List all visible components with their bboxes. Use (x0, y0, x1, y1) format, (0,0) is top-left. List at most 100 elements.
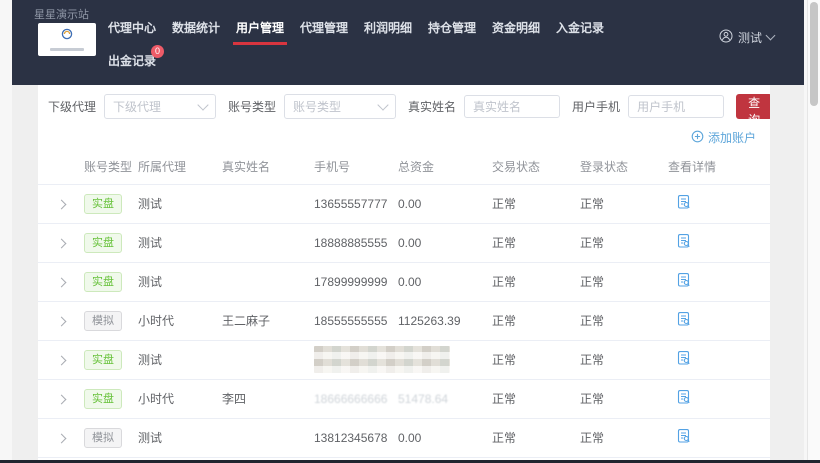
expand-cell (54, 197, 84, 211)
total-funds-value: 0.00 (398, 430, 422, 445)
nav-item-label: 入金记录 (556, 21, 605, 35)
filter-select-0[interactable]: 下级代理 (104, 94, 217, 119)
user-management-panel: 下级代理下级代理账号类型账号类型真实姓名用户手机查询 添加账户 账号类型所属代理… (38, 85, 770, 463)
user-menu[interactable]: 测试 (719, 29, 776, 46)
column-header: 手机号 (314, 159, 351, 174)
expand-cell (54, 392, 84, 406)
nav-item-label: 用户管理 (236, 21, 285, 35)
column-header: 所属代理 (138, 159, 187, 174)
expand-row-icon[interactable] (56, 433, 67, 443)
nav-item-8[interactable]: 出金记录 0 (108, 45, 164, 78)
nav-item-1[interactable]: 数据统计 (172, 19, 220, 45)
cell-agent: 测试 (138, 236, 163, 250)
cell-view-details (668, 272, 738, 291)
add-account-button[interactable]: 添加账户 (691, 129, 756, 146)
cell-view-details (668, 311, 738, 330)
scrollbar-thumb[interactable] (810, 2, 818, 106)
view-details-icon[interactable] (676, 233, 692, 249)
chevron-down-icon (377, 98, 389, 111)
nav-item-7[interactable]: 入金记录 (556, 19, 604, 45)
view-details-icon[interactable] (676, 311, 692, 327)
brand-logo[interactable] (38, 23, 96, 56)
filter-label: 下级代理 (48, 100, 97, 114)
cell-login-status: 正常 (580, 275, 605, 289)
cell-real-name: 王二麻子 (222, 314, 271, 328)
expand-row-icon[interactable] (56, 394, 67, 404)
view-details-icon[interactable] (676, 350, 692, 366)
column-header: 交易状态 (492, 159, 541, 174)
vertical-scrollbar[interactable] (807, 0, 820, 463)
column-header: 查看详情 (668, 159, 717, 174)
expand-row-icon[interactable] (56, 277, 67, 287)
cell-agent: 测试 (138, 353, 163, 367)
expand-cell (54, 353, 84, 367)
filter-input-2[interactable] (464, 95, 561, 118)
app-window: 星星演示站 代理中心 数据统计 用户管理 代理管理 利润明细 持仓管理 资金明细 入金记录 出金… (12, 0, 804, 463)
cell-total-funds: 0.00 (398, 236, 492, 250)
cell-account-type: 实盘 (84, 349, 138, 370)
table-row: 模拟 测试 13812345678 0.00 正常 正常 (38, 419, 770, 458)
notification-badge: 0 (151, 45, 164, 58)
cell-agent: 测试 (138, 431, 163, 445)
account-type-tag: 实盘 (84, 271, 122, 292)
cell-account-type: 实盘 (84, 232, 138, 253)
cell-view-details (668, 389, 738, 408)
brand-logo-icon (59, 28, 75, 46)
column-header: 真实姓名 (222, 159, 271, 174)
filter-bar: 下级代理 下级代理 账号类型 账号类型 真实姓名 用户手机 查询 (38, 85, 770, 127)
filter-group-2: 真实姓名 (408, 95, 561, 118)
cell-login-status: 正常 (580, 353, 605, 367)
cell-account-type: 模拟 (84, 310, 138, 331)
cell-view-details (668, 428, 738, 447)
nav-item-0[interactable]: 代理中心 (108, 19, 156, 45)
account-type-tag: 实盘 (84, 193, 122, 214)
expand-row-icon[interactable] (56, 238, 67, 248)
cell-real-name: 李四 (222, 392, 247, 406)
total-funds-value: 0.00 (398, 274, 422, 289)
view-details-icon[interactable] (676, 272, 692, 288)
nav-item-2[interactable]: 用户管理 (233, 19, 287, 45)
filter-group-1: 账号类型 账号类型 (228, 94, 397, 119)
nav-item-5[interactable]: 持仓管理 (428, 19, 476, 45)
chevron-down-icon (197, 98, 209, 111)
cell-total-funds: 51478.64 (398, 392, 492, 406)
cell-trade-status: 正常 (492, 236, 517, 250)
select-placeholder: 账号类型 (293, 100, 342, 114)
cell-phone: 18888885555 (314, 236, 398, 250)
cell-phone (314, 346, 450, 373)
toolbar-row: 添加账户 (38, 119, 770, 150)
nav-item-label: 持仓管理 (428, 21, 477, 35)
filter-select-1[interactable]: 账号类型 (284, 94, 397, 119)
view-details-icon[interactable] (676, 428, 692, 444)
phone-value: 13812345678 (314, 430, 388, 445)
view-details-icon[interactable] (676, 194, 692, 210)
cell-phone: 13655557777 (314, 197, 398, 211)
cell-view-details (668, 350, 738, 369)
nav-item-6[interactable]: 资金明细 (492, 19, 540, 45)
cell-phone: 13812345678 (314, 431, 398, 445)
filter-group-3: 用户手机 (572, 95, 725, 118)
phone-value: 18555555555 (314, 313, 388, 328)
table-row: 实盘 测试 13655557777 0.00 正常 正常 (38, 185, 770, 224)
total-funds-value: 1125263.39 (398, 313, 461, 328)
censored-blur-block (314, 346, 450, 373)
nav-item-label: 代理中心 (108, 21, 157, 35)
chevron-down-icon (765, 30, 776, 41)
nav-item-3[interactable]: 代理管理 (300, 19, 348, 45)
expand-row-icon[interactable] (56, 316, 67, 326)
expand-row-icon[interactable] (56, 355, 67, 365)
cell-phone: 17899999999 (314, 275, 398, 289)
brand-logo-text (50, 48, 84, 51)
cell-agent: 小时代 (138, 392, 175, 406)
table-body: 实盘 测试 13655557777 0.00 正常 正常 实盘 测试 18888885555 0.… (38, 185, 770, 463)
filter-label: 真实姓名 (408, 100, 457, 114)
page-content: 下级代理下级代理账号类型账号类型真实姓名用户手机查询 添加账户 账号类型所属代理… (12, 85, 804, 463)
nav-item-4[interactable]: 利润明细 (364, 19, 412, 45)
expand-row-icon[interactable] (56, 199, 67, 209)
cell-trade-status: 正常 (492, 314, 517, 328)
filter-input-3[interactable] (628, 95, 725, 118)
search-button[interactable]: 查询 (736, 94, 770, 127)
view-details-icon[interactable] (676, 389, 692, 405)
table-row: 实盘 测试 正常 正常 (38, 341, 770, 380)
nav-item-label: 代理管理 (300, 21, 349, 35)
